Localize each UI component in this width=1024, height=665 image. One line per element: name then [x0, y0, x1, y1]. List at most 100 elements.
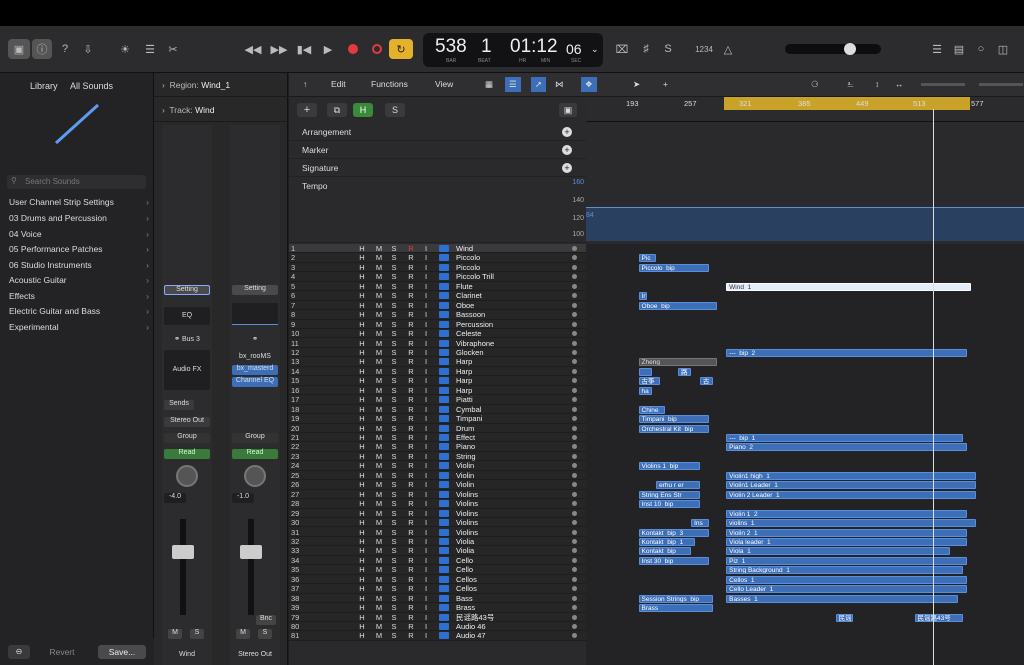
track-row[interactable]: 2 H M S R I Piccolo [289, 253, 586, 263]
track-record-button[interactable]: R [407, 282, 415, 291]
track-mute-button[interactable]: M [375, 253, 383, 262]
track-hide-button[interactable]: H [358, 518, 366, 527]
track-hide-button[interactable]: H [358, 395, 366, 404]
group-slot[interactable]: Group [164, 433, 210, 443]
track-row[interactable]: 29 H M S R I Violins [289, 509, 586, 519]
region[interactable]: Inst 10_bip [638, 500, 700, 509]
track-input-button[interactable]: I [422, 367, 430, 376]
global-track-arrangement[interactable]: Arrangement + [289, 123, 586, 141]
track-mute-button[interactable]: M [375, 320, 383, 329]
solo-tracks-button[interactable]: S [385, 103, 405, 117]
track-mute-button[interactable]: M [375, 442, 383, 451]
track-hide-button[interactable]: H [358, 528, 366, 537]
list-editors-icon[interactable]: ☰ [928, 39, 946, 59]
library-item[interactable]: Electric Guitar and Bass › [9, 306, 149, 316]
track-input-button[interactable]: I [422, 395, 430, 404]
region[interactable]: Brass [638, 604, 713, 613]
vertical-zoom-icon[interactable]: ↕ [875, 77, 879, 92]
track-hide-button[interactable]: H [358, 348, 366, 357]
inspector-toggle-button[interactable]: ⓘ [32, 39, 52, 59]
track-row[interactable]: 28 H M S R I Violins [289, 499, 586, 509]
library-item[interactable]: 04 Voice › [9, 229, 149, 239]
region[interactable]: Oboe_bip [638, 301, 718, 310]
all-sounds-menu[interactable]: All Sounds [70, 81, 113, 91]
horizontal-fit-icon[interactable]: ↔ [895, 77, 904, 92]
track-row[interactable]: 33 H M S R I Violia [289, 546, 586, 556]
track-record-button[interactable]: R [407, 244, 415, 253]
bar-ruler[interactable]: 193 257 321 385 449 513 577 [586, 97, 1024, 122]
track-row[interactable]: 3 H M S R I Piccolo [289, 263, 586, 273]
track-record-button[interactable]: R [407, 565, 415, 574]
track-input-button[interactable]: I [422, 348, 430, 357]
region[interactable]: 古 [699, 377, 713, 386]
track-record-button[interactable]: R [407, 272, 415, 281]
track-mute-button[interactable]: M [375, 584, 383, 593]
track-mute-button[interactable]: M [375, 518, 383, 527]
track-record-button[interactable]: R [407, 386, 415, 395]
automation-read-button[interactable]: Read [232, 449, 278, 459]
grid-view-icon[interactable]: ▦ [485, 77, 493, 92]
track-mute-button[interactable]: M [375, 414, 383, 423]
volume-fader-cap[interactable] [172, 545, 194, 559]
audio-fx-slot[interactable]: Audio FX [164, 350, 210, 390]
track-solo-button[interactable]: S [390, 537, 398, 546]
track-mute-button[interactable]: M [375, 329, 383, 338]
view-menu[interactable]: View [435, 77, 453, 92]
add-icon[interactable]: + [562, 163, 572, 173]
region[interactable] [638, 367, 652, 376]
track-solo-button[interactable]: S [390, 357, 398, 366]
track-record-button[interactable]: R [407, 357, 415, 366]
bus-input[interactable]: ⚭ Bus 3 [164, 335, 210, 345]
library-item[interactable]: 03 Drums and Percussion › [9, 213, 149, 223]
track-row[interactable]: 27 H M S R I Violins [289, 490, 586, 500]
track-hide-button[interactable]: H [358, 386, 366, 395]
waveform-zoom-icon[interactable]: ⎁ [847, 77, 854, 92]
track-mute-button[interactable]: M [375, 357, 383, 366]
help-icon[interactable]: ? [55, 39, 75, 59]
track-record-button[interactable]: R [407, 310, 415, 319]
track-record-button[interactable]: R [407, 442, 415, 451]
track-solo-button[interactable]: S [390, 348, 398, 357]
track-input-button[interactable]: I [422, 499, 430, 508]
track-hide-button[interactable]: H [358, 414, 366, 423]
track-hide-button[interactable]: H [358, 263, 366, 272]
track-input-button[interactable]: I [422, 613, 430, 622]
track-row[interactable]: 22 H M S R I Piano [289, 442, 586, 452]
track-row[interactable]: 11 H M S R I Vibraphone [289, 339, 586, 348]
rewind-button[interactable]: ◀◀ [242, 39, 264, 59]
region[interactable]: Cellos_1 [726, 575, 968, 584]
track-input-button[interactable]: I [422, 461, 430, 470]
track-input-button[interactable]: I [422, 584, 430, 593]
region[interactable]: ---_bip_1 [726, 434, 963, 442]
track-hide-button[interactable]: H [358, 622, 366, 631]
track-hide-button[interactable]: H [358, 594, 366, 603]
track-hide-button[interactable]: H [358, 357, 366, 366]
track-mute-button[interactable]: M [375, 471, 383, 480]
track-solo-button[interactable]: S [390, 452, 398, 461]
track-row[interactable]: 38 H M S R I Bass [289, 594, 586, 604]
library-item[interactable]: 05 Performance Patches › [9, 244, 149, 254]
track-hide-button[interactable]: H [358, 490, 366, 499]
region[interactable]: Kontakt_bip_1 [638, 537, 696, 546]
forward-button[interactable]: ▶▶ [268, 39, 290, 59]
track-record-button[interactable]: R [407, 376, 415, 385]
track-input-button[interactable]: I [422, 528, 430, 537]
sends-slot[interactable]: Sends [164, 400, 194, 410]
track-record-button[interactable]: R [407, 471, 415, 480]
track-record-button[interactable]: R [407, 414, 415, 423]
track-row[interactable]: 13 H M S R I Harp [289, 357, 586, 367]
track-input-button[interactable]: I [422, 386, 430, 395]
region[interactable]: In [638, 292, 648, 301]
track-mute-button[interactable]: M [375, 537, 383, 546]
playhead[interactable] [933, 109, 934, 665]
track-hide-button[interactable]: H [358, 480, 366, 489]
track-mute-button[interactable]: M [375, 565, 383, 574]
track-input-button[interactable]: I [422, 442, 430, 451]
track-mute-button[interactable]: M [375, 490, 383, 499]
region[interactable]: Violins 1_bip [638, 462, 700, 471]
track-solo-button[interactable]: S [390, 367, 398, 376]
hide-tracks-button[interactable]: H [353, 103, 373, 117]
region[interactable]: Pic [638, 254, 657, 263]
edit-menu[interactable]: Edit [331, 77, 346, 92]
track-row[interactable]: 7 H M S R I Oboe [289, 301, 586, 311]
